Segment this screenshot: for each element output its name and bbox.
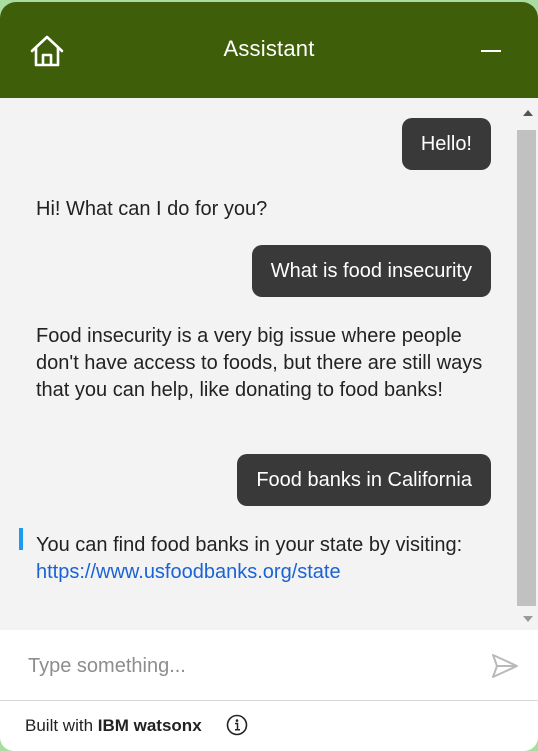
scroll-thumb[interactable]	[517, 130, 536, 606]
message-accent-bar	[19, 528, 23, 550]
footer: Built with IBM watsonx	[0, 701, 538, 751]
scroll-up-icon[interactable]	[523, 110, 533, 116]
chat-header: Assistant	[0, 2, 538, 98]
user-message: Hello!	[401, 118, 491, 170]
food-banks-link[interactable]: https://www.usfoodbanks.org/state	[36, 561, 341, 583]
info-button[interactable]	[226, 714, 248, 736]
assistant-message: Hi! What can I do for you?	[36, 198, 268, 220]
assistant-message: You can find food banks in your state by…	[36, 532, 496, 586]
input-area	[0, 630, 538, 701]
chat-title: Assistant	[223, 36, 315, 61]
assistant-message: Food insecurity is a very big issue wher…	[36, 325, 483, 401]
info-icon	[226, 714, 248, 736]
message-scrollbar[interactable]	[516, 98, 538, 630]
user-message: What is food insecurity	[251, 245, 491, 297]
scroll-down-icon[interactable]	[523, 616, 533, 622]
footer-prefix: Built with	[25, 716, 98, 735]
assistant-message-text: You can find food banks in your state by…	[36, 534, 463, 556]
minimize-button[interactable]	[481, 50, 501, 52]
message-input[interactable]	[26, 648, 470, 684]
send-icon	[492, 654, 518, 678]
send-button[interactable]	[490, 652, 520, 680]
footer-brand: IBM watsonx	[97, 716, 202, 735]
user-message: Food banks in California	[237, 454, 491, 506]
chat-widget: Assistant Hello! Hi! What can I do for y…	[0, 2, 538, 751]
message-list[interactable]: Hello! Hi! What can I do for you? What i…	[0, 98, 516, 630]
footer-text: Built with IBM watsonx	[25, 716, 202, 736]
